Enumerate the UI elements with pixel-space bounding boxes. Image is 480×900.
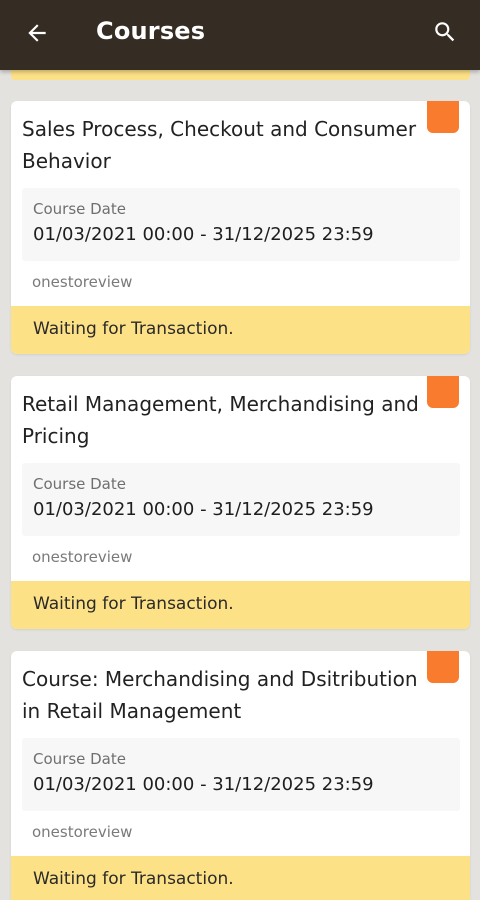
status-text: Waiting for Transaction. <box>33 594 234 614</box>
course-date-label: Course Date <box>33 475 126 493</box>
course-title: Retail Management, Merchandising and Pri… <box>22 392 419 448</box>
course-date-value: 01/03/2021 00:00 - 31/12/2025 23:59 <box>33 224 374 245</box>
back-button[interactable] <box>22 20 52 50</box>
course-organization: onestoreview <box>32 273 133 291</box>
bookmark-flag-icon <box>427 101 459 133</box>
status-bar: Waiting for Transaction. <box>11 581 470 629</box>
bookmark-flag-icon <box>427 376 459 408</box>
course-date-box: Course Date 01/03/2021 00:00 - 31/12/202… <box>22 738 460 811</box>
status-text: Waiting for Transaction. <box>33 869 234 889</box>
course-date-value: 01/03/2021 00:00 - 31/12/2025 23:59 <box>33 774 374 795</box>
search-button[interactable] <box>430 19 460 49</box>
page-title: Courses <box>96 17 206 45</box>
course-card[interactable]: Course: Merchandising and Dsitribution i… <box>11 651 470 900</box>
course-card[interactable]: Sales Process, Checkout and Consumer Beh… <box>11 101 470 354</box>
search-icon <box>432 19 458 49</box>
bookmark-flag-icon <box>427 651 459 683</box>
status-bar: Waiting for Transaction. <box>11 306 470 354</box>
app-bar: Courses <box>0 0 480 70</box>
course-card[interactable]: Retail Management, Merchandising and Pri… <box>11 376 470 629</box>
course-title: Course: Merchandising and Dsitribution i… <box>22 667 418 723</box>
course-organization: onestoreview <box>32 548 133 566</box>
course-date-value: 01/03/2021 00:00 - 31/12/2025 23:59 <box>33 499 374 520</box>
course-date-box: Course Date 01/03/2021 00:00 - 31/12/202… <box>22 463 460 536</box>
previous-card-status-strip <box>11 70 470 80</box>
course-date-label: Course Date <box>33 200 126 218</box>
course-title: Sales Process, Checkout and Consumer Beh… <box>22 117 417 173</box>
status-bar: Waiting for Transaction. <box>11 856 470 900</box>
status-text: Waiting for Transaction. <box>33 319 234 339</box>
course-organization: onestoreview <box>32 823 133 841</box>
course-date-box: Course Date 01/03/2021 00:00 - 31/12/202… <box>22 188 460 261</box>
course-date-label: Course Date <box>33 750 126 768</box>
arrow-left-icon <box>24 20 50 50</box>
